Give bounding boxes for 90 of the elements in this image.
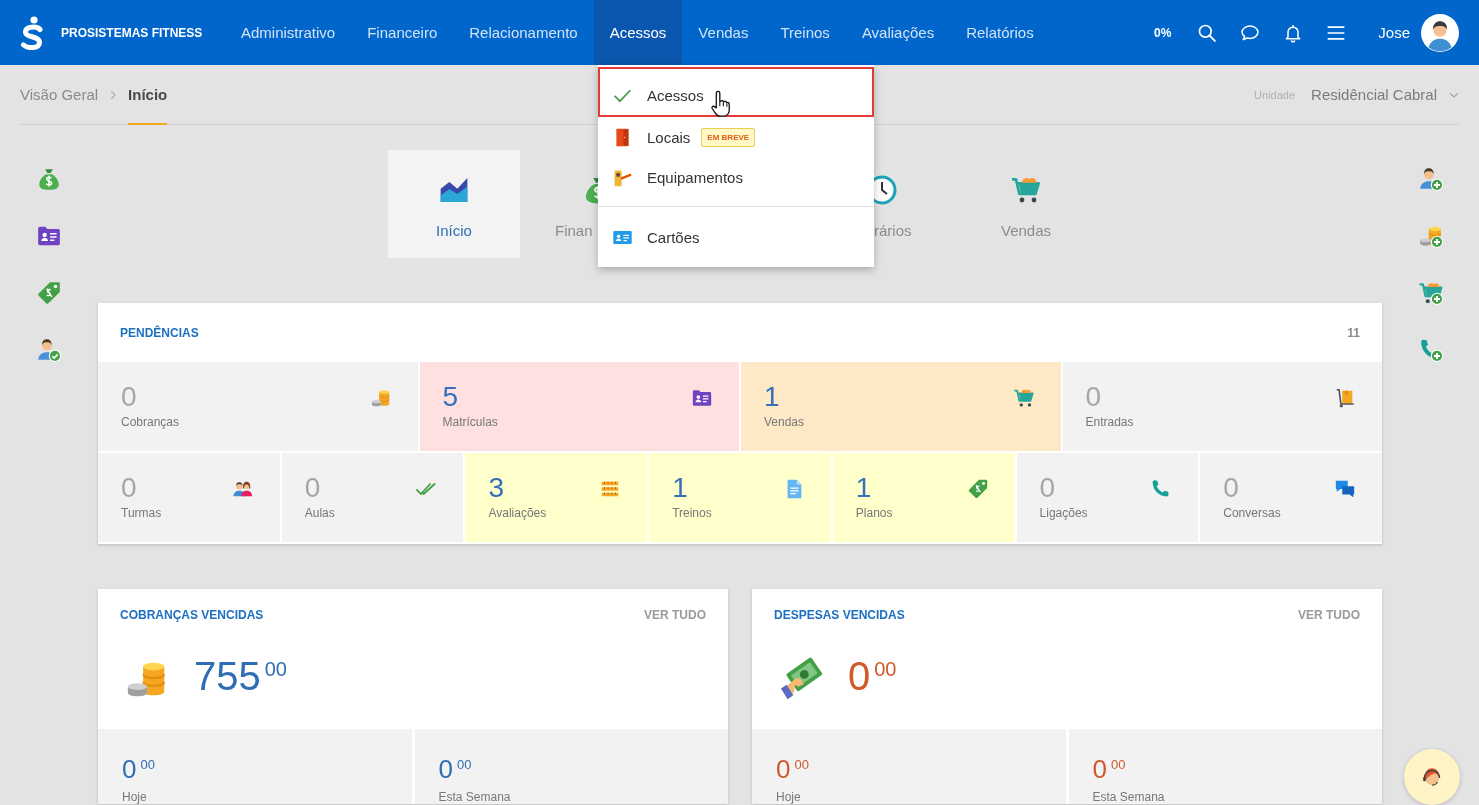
pending-count: 3 bbox=[488, 473, 505, 503]
period-amount: 0$^{00}$ bbox=[122, 755, 155, 786]
unit-dropdown[interactable]: Residêncial Cabral bbox=[1311, 86, 1459, 103]
pending-tile[interactable]: 3 Avaliações bbox=[465, 453, 648, 542]
nav-tab[interactable]: Relacionamento bbox=[453, 0, 594, 65]
status-badge: EM BREVE bbox=[701, 127, 756, 147]
menu-item[interactable]: Equipamentos bbox=[598, 157, 874, 197]
pending-label: Ligações bbox=[1039, 506, 1088, 520]
pending-tile[interactable]: 0 Aulas bbox=[281, 453, 464, 542]
pending-tile[interactable]: 0 Turmas bbox=[98, 453, 280, 542]
period-label: Hoje bbox=[776, 790, 801, 804]
menu-item[interactable]: Cartões bbox=[598, 206, 874, 257]
total-amount: 0$^{00}$ bbox=[848, 653, 897, 700]
pending-count: 0 bbox=[1223, 473, 1240, 503]
hand-truck-box-icon bbox=[1334, 387, 1356, 409]
period-amount: 0$^{00}$ bbox=[1092, 755, 1126, 786]
pending-label: Matrículas bbox=[442, 415, 498, 429]
nav-tab[interactable]: Acessos bbox=[593, 0, 683, 65]
pending-tile[interactable]: 1 Vendas bbox=[741, 362, 1061, 451]
pending-total: 11 bbox=[1347, 325, 1360, 340]
pending-count: 0 bbox=[1085, 382, 1103, 412]
menu-item[interactable]: Acessos bbox=[598, 67, 874, 117]
nav-tab[interactable]: Vendas bbox=[682, 0, 765, 65]
card-title: COBRANÇAS VENCIDAS bbox=[120, 608, 264, 622]
pending-tile[interactable]: 5 Matrículas bbox=[419, 362, 739, 451]
pending-label: Avaliações bbox=[488, 506, 547, 520]
support-chat-button[interactable] bbox=[1404, 749, 1460, 805]
person-plus-icon[interactable] bbox=[1417, 166, 1444, 192]
nav-tab[interactable]: Treinos bbox=[764, 0, 846, 65]
pending-count: 0 bbox=[121, 382, 138, 412]
pending-tile[interactable]: 0 Conversas bbox=[1200, 453, 1382, 542]
nav-tab[interactable]: Relatórios bbox=[950, 0, 1050, 65]
id-card-folder-icon bbox=[691, 387, 713, 409]
pending-label: Treinos bbox=[672, 506, 712, 520]
percent-label: 0% bbox=[1153, 25, 1172, 40]
panel-title: PENDÊNCIAS bbox=[120, 325, 199, 340]
pending-count: 1 bbox=[672, 473, 689, 503]
search-icon[interactable] bbox=[1197, 22, 1218, 43]
period-label: Esta Semana bbox=[1092, 790, 1165, 804]
pending-tile[interactable]: 0 Entradas bbox=[1062, 362, 1382, 451]
pending-count: 1 bbox=[764, 382, 781, 412]
nav-tab[interactable]: Administrativo bbox=[225, 0, 352, 65]
avatar-icon[interactable] bbox=[1421, 13, 1459, 52]
view-all-link[interactable]: VER TUDO bbox=[1298, 608, 1360, 622]
menu-item[interactable]: Locais EM BREVE bbox=[598, 117, 874, 157]
user-name[interactable]: Jose bbox=[1378, 24, 1410, 41]
breadcrumb-link[interactable]: Início bbox=[128, 65, 168, 125]
pending-label: Conversas bbox=[1223, 506, 1281, 520]
card-title: DESPESAS VENCIDAS bbox=[774, 608, 905, 622]
brand-name: PROSISTEMAS FITNESS bbox=[61, 25, 203, 40]
cart-plus-icon[interactable] bbox=[1417, 280, 1444, 306]
pending-label: Cobranças bbox=[121, 415, 180, 429]
pending-tile[interactable]: 0 Cobranças bbox=[98, 362, 418, 451]
chat-bubble-icon[interactable] bbox=[1240, 22, 1261, 43]
view-all-link[interactable]: VER TUDO bbox=[644, 608, 706, 622]
hand-cursor-icon bbox=[711, 90, 731, 117]
money-bag-icon[interactable] bbox=[36, 166, 62, 192]
person-check-icon[interactable] bbox=[36, 337, 62, 363]
period-label: Hoje bbox=[122, 790, 147, 804]
total-amount: 755$^{00}$ bbox=[194, 653, 287, 700]
shortcut-tile[interactable]: Início bbox=[388, 150, 520, 258]
pending-tile[interactable]: 1 Treinos bbox=[649, 453, 831, 542]
chat-bubbles-icon bbox=[1334, 478, 1356, 500]
cart-icon bbox=[1012, 387, 1035, 409]
coins-icon bbox=[369, 387, 392, 409]
pending-count: 5 bbox=[442, 382, 460, 412]
pending-count: 0 bbox=[121, 473, 138, 503]
pending-label: Planos bbox=[855, 506, 893, 520]
pending-label: Turmas bbox=[121, 506, 162, 520]
hand-cash-icon bbox=[778, 656, 824, 702]
chevron-right-icon bbox=[108, 89, 119, 100]
period-amount: 0$^{00}$ bbox=[438, 755, 472, 786]
pending-count: 0 bbox=[1039, 473, 1057, 503]
pending-count: 1 bbox=[855, 473, 873, 503]
shortcut-tile[interactable]: Vendas bbox=[960, 150, 1092, 258]
price-tag-icon bbox=[966, 478, 989, 500]
breadcrumb-link[interactable]: Visão Geral bbox=[20, 65, 99, 125]
pending-label: Entradas bbox=[1085, 415, 1134, 429]
period-label: Esta Semana bbox=[438, 790, 511, 804]
logo-icon[interactable] bbox=[20, 15, 44, 50]
pending-count: 0 bbox=[304, 473, 322, 503]
pending-label: Aulas bbox=[304, 506, 335, 520]
pending-label: Vendas bbox=[764, 415, 805, 429]
shortcut-tile[interactable]: rários bbox=[874, 150, 949, 258]
pending-tile[interactable]: 1 Planos bbox=[832, 453, 1015, 542]
pending-tile[interactable]: 0 Ligações bbox=[1016, 453, 1199, 542]
period-amount: 0$^{00}$ bbox=[776, 755, 809, 786]
price-tag-icon[interactable] bbox=[36, 280, 62, 306]
nav-tab[interactable]: Financeiro bbox=[351, 0, 454, 65]
nav-tab[interactable]: Avaliações bbox=[845, 0, 951, 65]
